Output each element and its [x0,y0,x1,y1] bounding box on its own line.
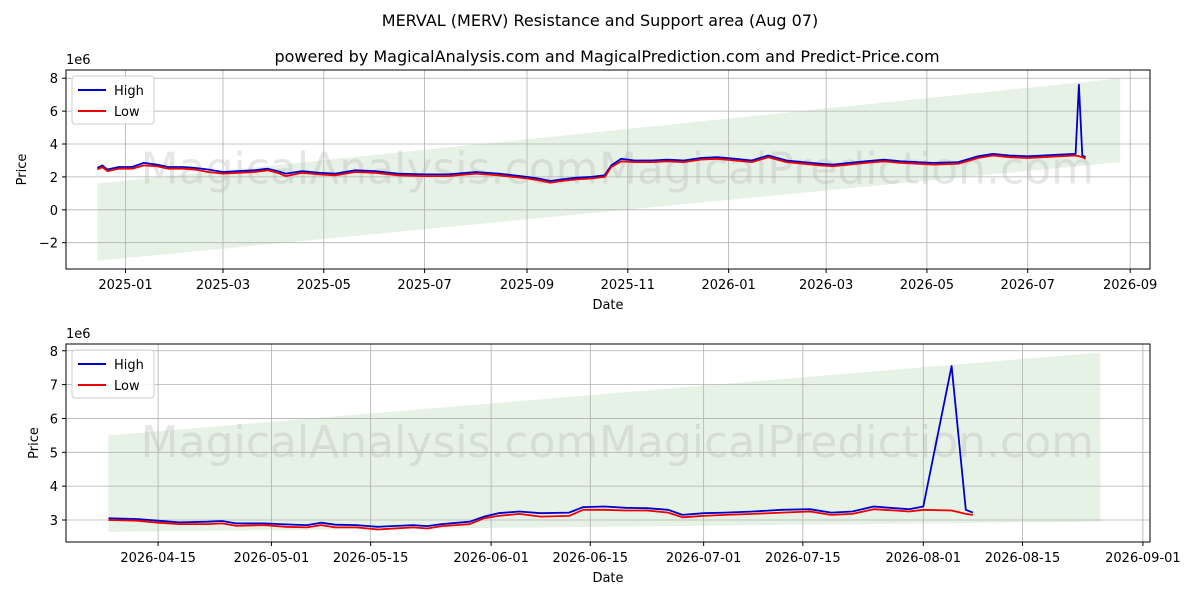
chart-subtitle: powered by MagicalAnalysis.com and Magic… [274,47,939,66]
x-tick-label: 2025-11 [601,278,655,293]
bottom-chart-panel: MagicalAnalysis.com MagicalPrediction.com… [27,327,1181,586]
y-offset-text: 1e6 [66,53,91,68]
x-tick-label: 2026-09-01 [1105,551,1181,566]
y-tick-label: 3 [50,514,58,529]
figure: MERVAL (MERV) Resistance and Support are… [15,11,1181,586]
x-tick-label: 2026-03 [799,278,853,293]
y-tick-label: 8 [50,345,58,360]
x-tick-label: 2026-08-01 [885,551,961,566]
x-tick-label: 2026-05 [900,278,954,293]
legend-label: High [114,358,144,373]
x-tick-label: 2026-06-01 [453,551,529,566]
y-axis-label: Price [27,427,42,459]
x-tick-label: 2025-03 [196,278,250,293]
y-tick-label: 4 [50,480,58,495]
x-tick-label: 2026-08-15 [985,551,1061,566]
x-axis-label: Date [592,571,623,586]
legend: High Low [71,349,155,399]
watermark: MagicalPrediction.com [599,144,1094,195]
y-tick-label: 6 [50,412,58,427]
y-offset-text: 1e6 [66,327,91,342]
y-axis-label: Price [15,154,30,186]
legend-label: High [114,84,144,99]
x-tick-label: 2026-09 [1103,278,1157,293]
y-tick-label: 2 [50,171,58,186]
y-tick-label: 6 [50,105,58,120]
x-axis-label: Date [592,298,623,313]
watermark: MagicalPrediction.com [599,417,1094,468]
x-tick-label: 2026-07-15 [765,551,841,566]
y-tick-label: −2 [39,237,58,252]
x-tick-label: 2026-07 [1001,278,1055,293]
x-tick-label: 2026-04-15 [120,551,196,566]
x-tick-label: 2025-05 [297,278,351,293]
legend-label: Low [114,379,140,394]
y-tick-label: 8 [50,72,58,87]
y-tick-label: 5 [50,446,58,461]
x-tick-label: 2026-05-15 [333,551,409,566]
watermark: MagicalAnalysis.com [141,417,599,468]
legend: High Low [71,75,155,125]
y-tick-label: 7 [50,379,58,394]
x-tick-label: 2025-07 [397,278,451,293]
chart-title: MERVAL (MERV) Resistance and Support are… [382,11,818,30]
top-chart-panel: MagicalAnalysis.com MagicalPrediction.com… [15,53,1157,313]
y-tick-label: 0 [50,204,58,219]
y-tick-label: 4 [50,138,58,153]
x-tick-label: 2026-01 [701,278,755,293]
x-tick-label: 2025-09 [500,278,554,293]
x-tick-label: 2026-07-01 [666,551,742,566]
x-tick-label: 2026-06-15 [553,551,629,566]
legend-label: Low [114,105,140,120]
x-tick-label: 2026-05-01 [234,551,310,566]
x-tick-label: 2025-01 [98,278,152,293]
